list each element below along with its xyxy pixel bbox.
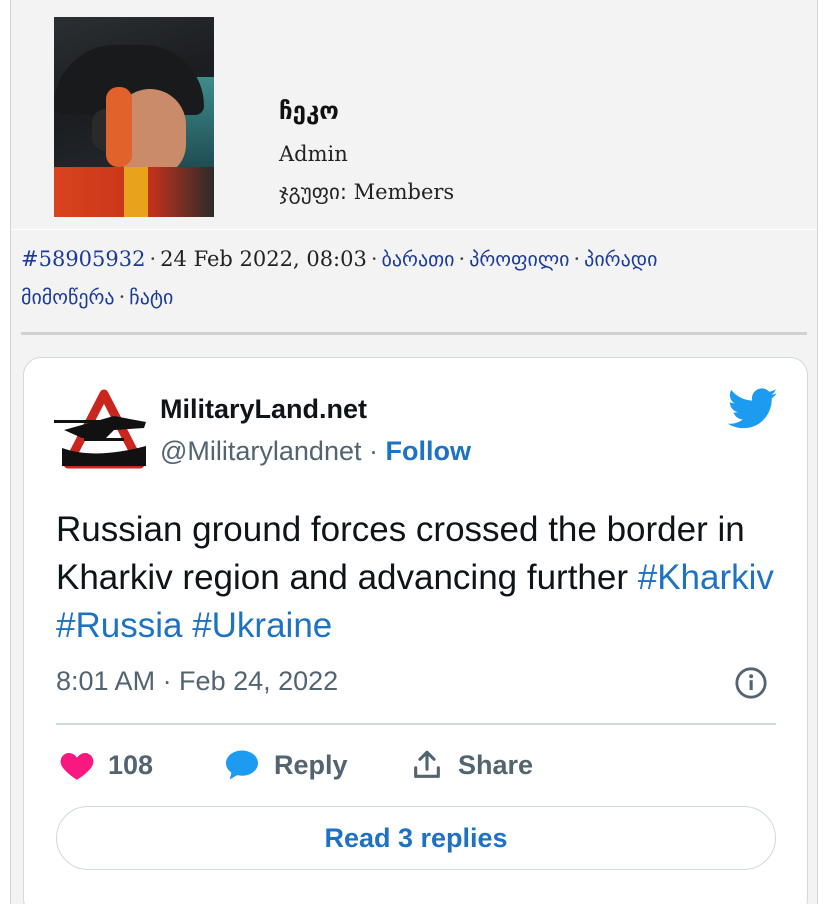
user-group-label: ჯგუფი:: [279, 180, 347, 204]
user-group: ჯგუფი: Members: [279, 180, 454, 204]
separator-dot: ·: [369, 436, 379, 466]
post-header: ჩეკო Admin ჯგუფი: Members: [11, 0, 817, 230]
twitter-bird-icon[interactable]: [728, 388, 778, 430]
reply-label: Reply: [274, 749, 348, 780]
read-replies-button[interactable]: Read 3 replies: [56, 806, 776, 870]
heart-icon: [60, 752, 94, 780]
tweet-timestamp[interactable]: 8:01 AM · Feb 24, 2022: [56, 666, 338, 697]
info-icon[interactable]: [734, 666, 768, 700]
chat-link[interactable]: ჩატი: [129, 285, 173, 309]
share-icon: [414, 750, 440, 778]
militaryland-logo-avatar[interactable]: [54, 386, 154, 472]
card-link[interactable]: ბარათი: [382, 247, 455, 271]
tweet-divider: [56, 723, 776, 725]
like-count: 108: [108, 749, 154, 780]
post-date: 24 Feb 2022, 08:03: [160, 247, 367, 271]
tweet-handle-row: @Militarylandnet · Follow: [160, 436, 471, 467]
hashtag-russia[interactable]: #Russia: [56, 606, 182, 645]
like-button[interactable]: 108: [60, 743, 153, 787]
hashtag-ukraine[interactable]: #Ukraine: [192, 606, 332, 645]
hashtag-kharkiv[interactable]: #Kharkiv: [638, 558, 774, 597]
post-meta: #58905932 · 24 Feb 2022, 08:03 · ბარათი · პროფ…: [21, 247, 658, 309]
embedded-tweet: MilitaryLand.net @Militarylandnet · Foll…: [23, 357, 808, 904]
user-role: Admin: [279, 142, 348, 166]
forum-post: ჩეკო Admin ჯგუფი: Members #58905932 · 24 F…: [10, 0, 818, 904]
follow-button[interactable]: Follow: [386, 436, 471, 466]
reply-button[interactable]: Reply: [224, 743, 348, 787]
divider: [21, 332, 807, 335]
share-label: Share: [458, 749, 534, 780]
post-id-link[interactable]: #58905932: [21, 247, 145, 271]
tweet-handle[interactable]: @Militarylandnet: [160, 436, 362, 466]
reply-bubble-icon: [226, 750, 258, 780]
user-avatar[interactable]: [54, 17, 214, 217]
username[interactable]: ჩეკო: [279, 97, 339, 125]
user-group-value: Members: [353, 180, 455, 204]
share-button[interactable]: Share: [410, 743, 533, 787]
profile-link[interactable]: პროფილი: [469, 247, 569, 271]
tweet-display-name[interactable]: MilitaryLand.net: [160, 394, 367, 425]
tweet-text: Russian ground forces crossed the border…: [56, 506, 776, 650]
